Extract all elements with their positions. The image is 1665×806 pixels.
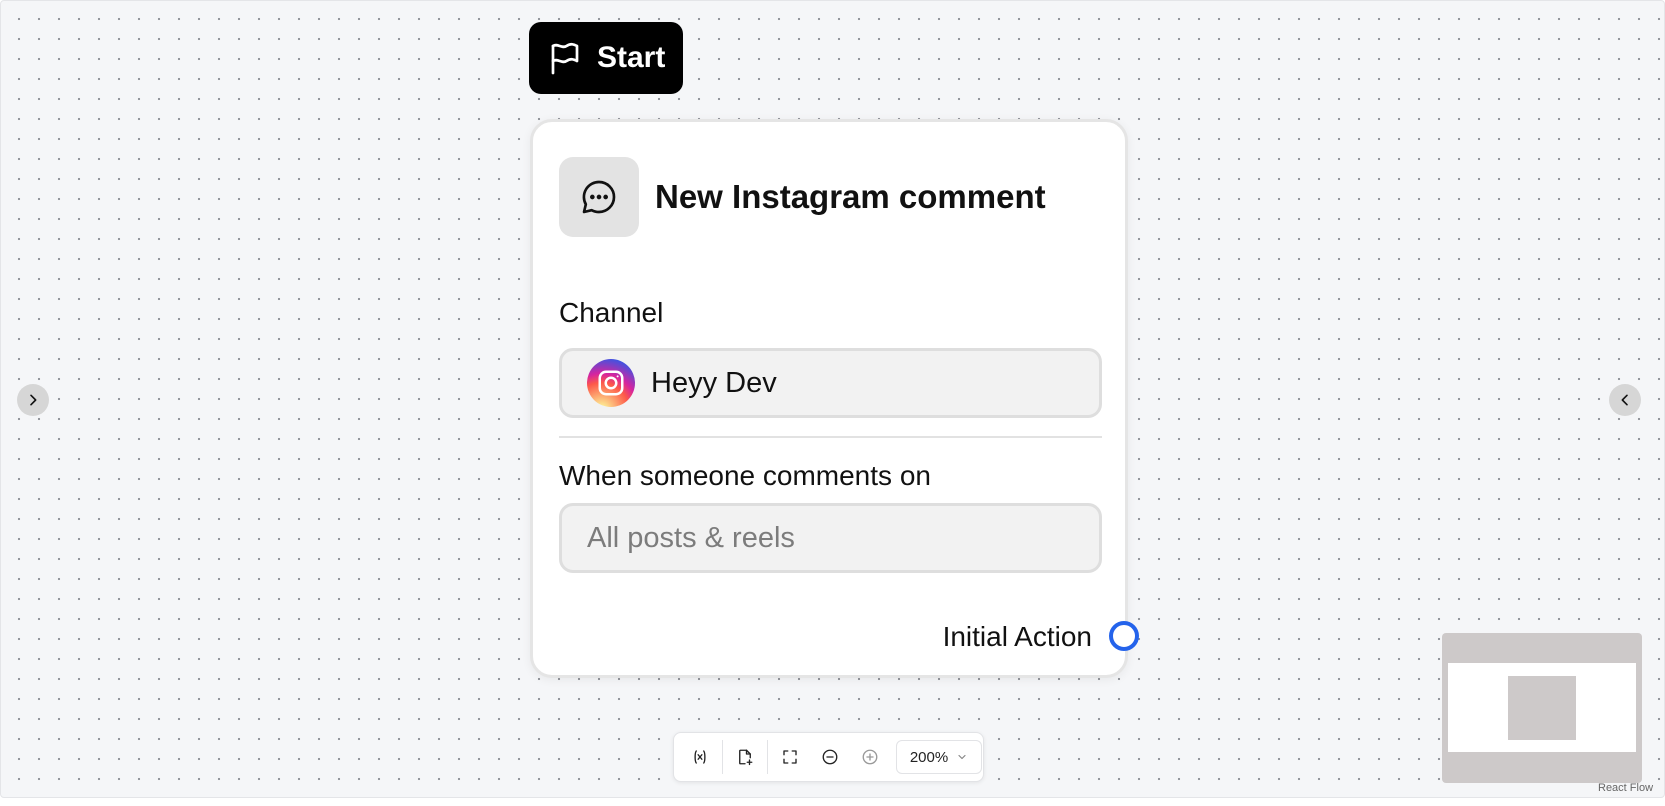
chevron-down-icon [958, 754, 966, 760]
canvas-toolbar: 200% [673, 732, 984, 782]
zoom-out-button[interactable] [810, 737, 850, 777]
zoom-out-icon [822, 749, 838, 765]
comments-on-label: When someone comments on [559, 460, 931, 491]
output-handle[interactable] [1109, 621, 1139, 651]
flag-icon [551, 42, 579, 75]
minimap-node [1508, 676, 1576, 740]
minimap[interactable] [1442, 633, 1642, 783]
start-badge: Start [529, 22, 683, 94]
left-panel-toggle[interactable] [17, 384, 49, 416]
add-note-button[interactable] [725, 737, 765, 777]
variables-button[interactable] [680, 737, 720, 777]
channel-label: Channel [559, 297, 664, 328]
instagram-icon [587, 359, 635, 407]
chevron-right-icon [30, 394, 37, 406]
node-icon-box [559, 157, 639, 237]
start-label: Start [597, 41, 666, 74]
channel-value: Heyy Dev [651, 366, 777, 399]
zoom-in-icon [862, 749, 878, 765]
divider [559, 436, 1102, 438]
chevron-left-icon [1621, 394, 1628, 406]
zoom-in-button[interactable] [850, 737, 890, 777]
zoom-level-value: 200% [909, 748, 949, 766]
variable-icon [694, 750, 706, 764]
file-plus-icon [739, 749, 753, 766]
trigger-node[interactable]: New Instagram comment Channel Heyy Dev W… [530, 119, 1128, 678]
comment-icon [582, 180, 616, 214]
fit-view-button[interactable] [770, 737, 810, 777]
initial-action-label: Initial Action [942, 621, 1092, 652]
posts-placeholder: All posts & reels [587, 521, 795, 554]
right-panel-toggle[interactable] [1609, 384, 1641, 416]
posts-select[interactable]: All posts & reels [559, 503, 1102, 573]
node-title: New Instagram comment [655, 178, 1046, 215]
channel-select[interactable]: Heyy Dev [559, 348, 1102, 418]
toolbar-separator [722, 740, 723, 774]
toolbar-separator [767, 740, 768, 774]
react-flow-attribution[interactable]: React Flow [1598, 782, 1653, 794]
fullscreen-icon [783, 750, 797, 764]
zoom-level-select[interactable]: 200% [896, 740, 982, 774]
